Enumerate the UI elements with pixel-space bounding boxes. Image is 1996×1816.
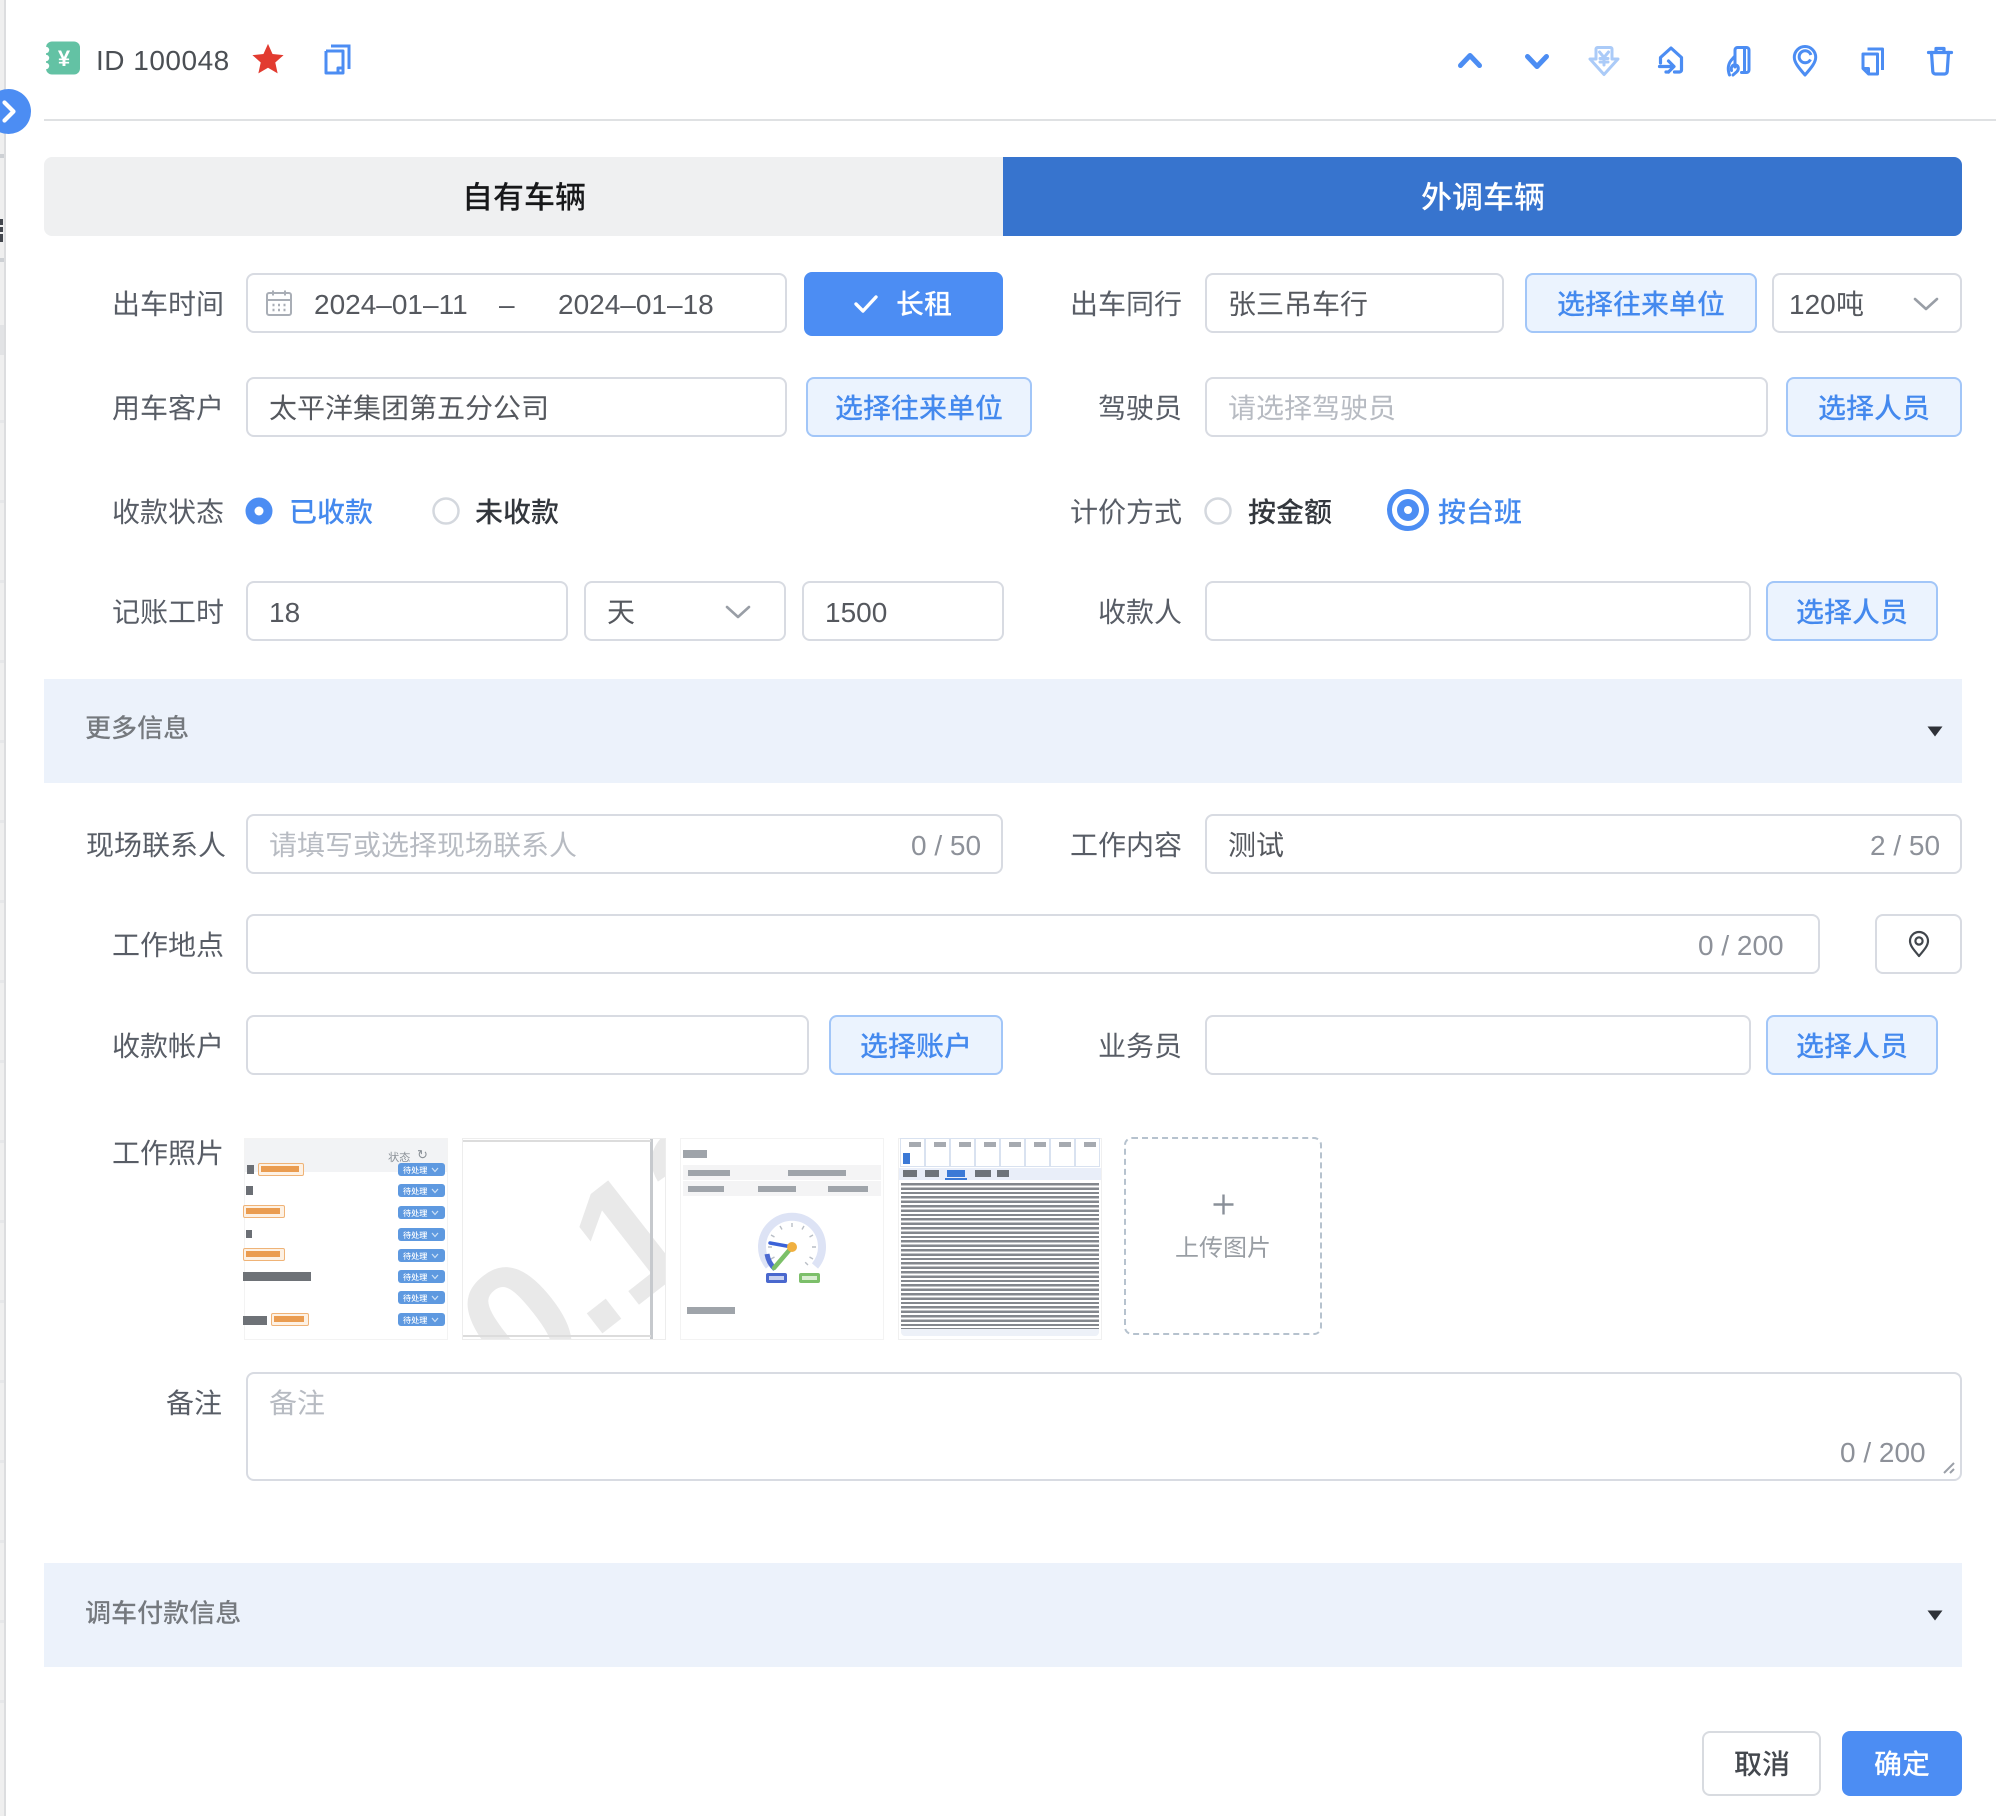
- svg-text:¥: ¥: [58, 46, 71, 71]
